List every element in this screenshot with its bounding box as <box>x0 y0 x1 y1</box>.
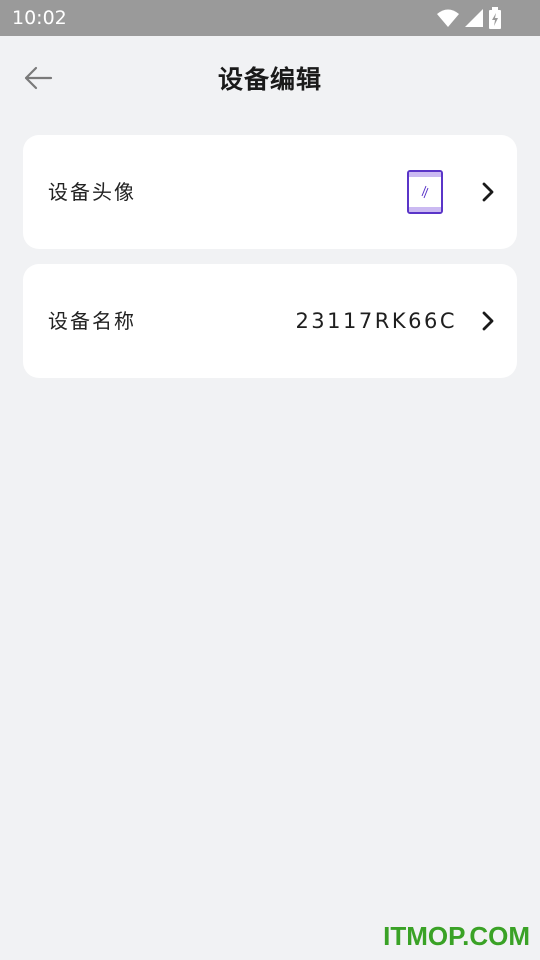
device-avatar-thumbnail <box>407 170 443 214</box>
device-avatar-label: 设备头像 <box>48 180 136 204</box>
device-name-value: 23117RK66C <box>295 309 457 333</box>
status-bar: 10:02 <box>0 0 540 36</box>
cell-signal-icon <box>465 9 483 27</box>
wifi-icon <box>437 9 459 27</box>
chevron-right-icon <box>479 309 497 333</box>
status-time: 10:02 <box>12 7 67 29</box>
device-screen-glint-icon <box>421 185 429 199</box>
battery-charging-icon <box>489 7 501 29</box>
watermark: ITMOP.COM <box>383 921 530 951</box>
device-thumb-bottom-band <box>409 207 441 212</box>
page-title: 设备编辑 <box>217 65 322 94</box>
status-icons <box>436 7 502 29</box>
header: 设备编辑 <box>0 36 540 120</box>
device-avatar-row[interactable]: 设备头像 <box>23 135 517 249</box>
device-name-row[interactable]: 设备名称 23117RK66C <box>23 264 517 378</box>
device-name-label: 设备名称 <box>48 309 136 333</box>
chevron-right-icon <box>479 180 497 204</box>
